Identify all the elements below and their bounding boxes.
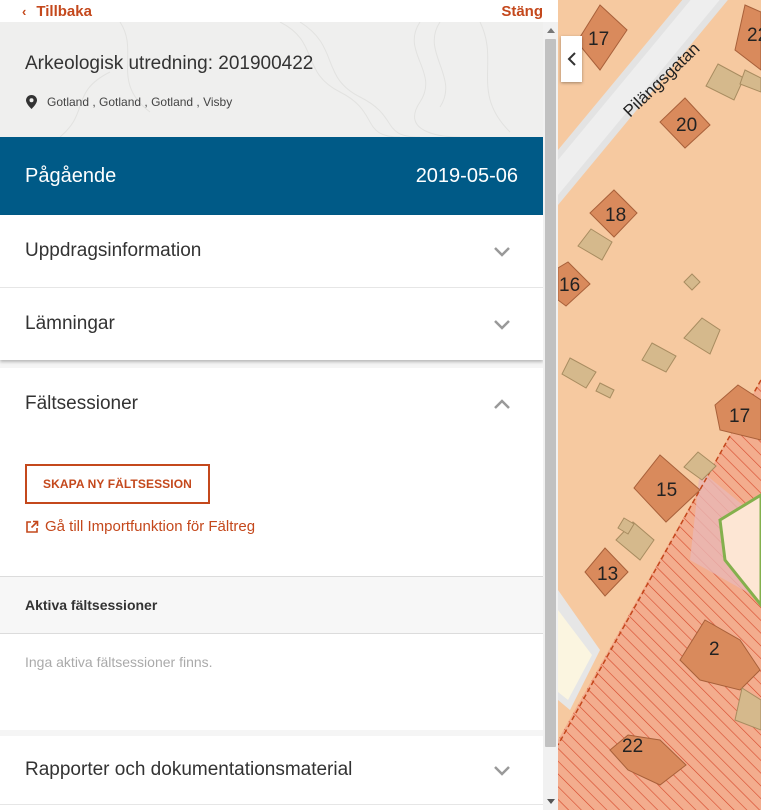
section-gap	[0, 360, 543, 368]
status-bar: Pågående 2019-05-06	[0, 137, 543, 215]
empty-state-text: Inga aktiva fältsessioner finns.	[25, 654, 213, 670]
map-plot-label: 18	[605, 205, 626, 226]
status-label: Pågående	[25, 164, 117, 187]
section-lamningar[interactable]: Lämningar	[0, 288, 543, 360]
chevron-left-icon: ‹	[22, 3, 27, 19]
scroll-up-arrow-icon[interactable]	[543, 22, 558, 39]
map-plot-label: 15	[656, 480, 677, 501]
map-plot-label: 13	[597, 564, 618, 585]
terrain-pattern	[59, 22, 511, 137]
faltsessioner-section: Fältsessioner SKAPA NY FÄLTSESSION Gå ti…	[0, 368, 543, 730]
panel-scrollbar[interactable]	[543, 22, 558, 810]
faltsessioner-body: SKAPA NY FÄLTSESSION Gå till Importfunkt…	[0, 440, 543, 576]
create-faltsession-button[interactable]: SKAPA NY FÄLTSESSION	[25, 464, 210, 504]
map-pin-icon	[26, 95, 37, 109]
import-faltreg-link[interactable]: Gå till Importfunktion för Fältreg	[25, 518, 518, 535]
details-panel: ‹ Tillbaka Stäng Arkeologisk utredning: …	[0, 0, 558, 810]
collapse-panel-button[interactable]	[561, 36, 582, 82]
project-header: Arkeologisk utredning: 201900422 Gotland…	[0, 22, 543, 137]
map-plot-label: 17	[588, 29, 609, 50]
back-link[interactable]: ‹ Tillbaka	[0, 3, 92, 20]
section-label: Lämningar	[25, 313, 115, 334]
back-label: Tillbaka	[36, 2, 92, 20]
map-plot-label: 22	[622, 736, 643, 757]
section-label: Rapporter och dokumentationsmaterial	[25, 759, 353, 780]
active-sessions-header: Aktiva fältsessioner	[0, 576, 543, 634]
section-faltsessioner[interactable]: Fältsessioner	[0, 368, 543, 440]
map-plot-label: 2	[709, 639, 720, 660]
close-link[interactable]: Stäng	[501, 3, 543, 20]
map-plot-label: 16	[559, 275, 580, 296]
map-plot-label: 20	[676, 115, 697, 136]
accordion-group: Uppdragsinformation Lämningar	[0, 215, 543, 360]
location-text: Gotland , Gotland , Gotland , Visby	[47, 95, 233, 109]
location-line: Gotland , Gotland , Gotland , Visby	[26, 95, 232, 109]
panel-content[interactable]: Arkeologisk utredning: 201900422 Gotland…	[0, 22, 543, 810]
chevron-up-icon	[494, 398, 510, 409]
page-title: Arkeologisk utredning: 201900422	[25, 53, 314, 74]
section-label: Uppdragsinformation	[25, 240, 202, 261]
section-uppdragsinformation[interactable]: Uppdragsinformation	[0, 215, 543, 288]
chevron-down-icon	[494, 246, 510, 257]
map-plot-label: 22	[747, 25, 761, 46]
map-plot-label: 17	[729, 406, 750, 427]
map-view[interactable]: 17 22 20 18 16 17 15 13 2 22 Pilängsgata…	[558, 0, 761, 810]
scrollbar-thumb[interactable]	[545, 39, 556, 747]
scroll-down-arrow-icon[interactable]	[543, 793, 558, 810]
panel-topbar: ‹ Tillbaka Stäng	[0, 0, 543, 22]
section-label: Fältsessioner	[25, 393, 138, 414]
external-link-icon	[26, 520, 39, 533]
chevron-left-icon	[567, 52, 576, 66]
section-rapporter[interactable]: Rapporter och dokumentationsmaterial	[0, 736, 543, 805]
chevron-down-icon	[494, 319, 510, 330]
import-link-label: Gå till Importfunktion för Fältreg	[45, 518, 256, 535]
status-date: 2019-05-06	[415, 164, 518, 187]
chevron-down-icon	[494, 765, 510, 776]
